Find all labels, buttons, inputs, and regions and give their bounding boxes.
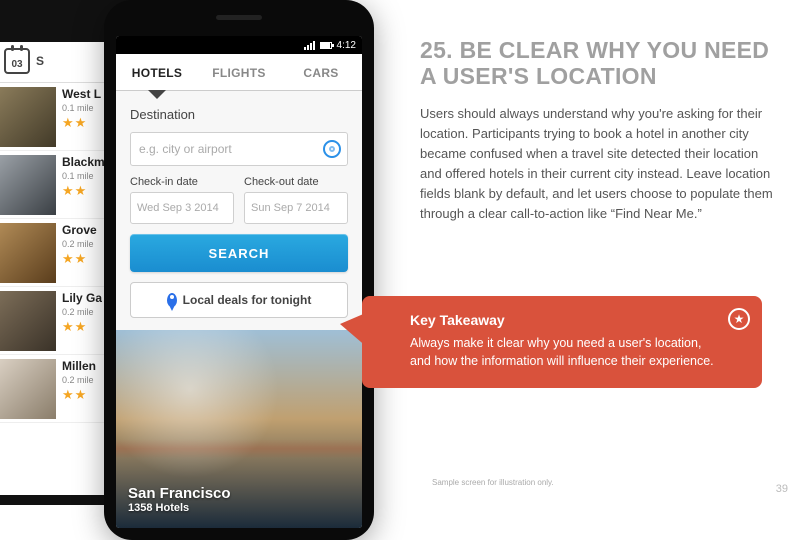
battery-icon — [320, 42, 332, 49]
hotel-distance: 0.1 mile — [62, 171, 105, 181]
foreground-phone: 4:12 HOTELS FLIGHTS CARS Destination e.g… — [104, 0, 374, 540]
hotel-name: Millen — [62, 359, 96, 373]
hotel-thumbnail — [0, 155, 56, 215]
tab-bar: HOTELS FLIGHTS CARS — [116, 54, 362, 91]
callout-body: Always make it clear why you need a user… — [410, 334, 718, 370]
star-rating: ★★ — [62, 183, 105, 199]
back-phone-tab-fragment: S — [36, 54, 45, 68]
hotel-distance: 0.1 mile — [62, 103, 101, 113]
hotel-name: Grove — [62, 223, 97, 237]
key-takeaway-callout: ★ Key Takeaway Always make it clear why … — [362, 296, 762, 388]
destination-label: Destination — [130, 107, 348, 122]
star-badge-icon: ★ — [728, 308, 750, 330]
checkout-label: Check-out date — [244, 176, 348, 188]
pin-icon — [167, 293, 177, 307]
status-time: 4:12 — [337, 40, 356, 51]
article: 25. BE CLEAR WHY YOU NEED A USER'S LOCAT… — [420, 38, 776, 224]
hero-hotel-count: 1358 Hotels — [128, 502, 231, 514]
phone-earpiece — [216, 15, 262, 20]
signal-icon — [304, 41, 315, 50]
page-title: 25. BE CLEAR WHY YOU NEED A USER'S LOCAT… — [420, 38, 776, 90]
hotel-thumbnail — [0, 223, 56, 283]
hotel-name: Lily Ga — [62, 291, 102, 305]
hotel-thumbnail — [0, 291, 56, 351]
hotel-thumbnail — [0, 359, 56, 419]
callout-title: Key Takeaway — [410, 312, 718, 328]
hotel-thumbnail — [0, 87, 56, 147]
android-status-bar: 4:12 — [116, 36, 362, 54]
hero-city: San Francisco — [128, 485, 231, 502]
tab-hotels[interactable]: HOTELS — [116, 54, 198, 90]
local-deals-button[interactable]: Local deals for tonight — [130, 282, 348, 318]
destination-input[interactable]: e.g. city or airport — [130, 132, 348, 166]
tab-flights[interactable]: FLIGHTS — [198, 54, 280, 90]
hotel-distance: 0.2 mile — [62, 307, 102, 317]
hotel-name: Blackm — [62, 155, 105, 169]
hotel-name: West L — [62, 87, 101, 101]
article-body: Users should always understand why you'r… — [420, 104, 776, 225]
page-number: 39 — [776, 483, 788, 495]
search-form: Destination e.g. city or airport Check-i… — [116, 91, 362, 330]
star-rating: ★★ — [62, 319, 102, 335]
hero-banner[interactable]: San Francisco 1358 Hotels — [116, 330, 362, 528]
hotel-distance: 0.2 mile — [62, 375, 96, 385]
checkin-input[interactable]: Wed Sep 3 2014 — [130, 192, 234, 224]
hotel-distance: 0.2 mile — [62, 239, 97, 249]
checkout-input[interactable]: Sun Sep 7 2014 — [244, 192, 348, 224]
checkin-label: Check-in date — [130, 176, 234, 188]
star-rating: ★★ — [62, 115, 101, 131]
destination-placeholder: e.g. city or airport — [139, 142, 232, 156]
calendar-icon: 03 — [4, 48, 30, 74]
local-deals-label: Local deals for tonight — [183, 293, 312, 307]
star-rating: ★★ — [62, 251, 97, 267]
star-rating: ★★ — [62, 387, 96, 403]
image-caption: Sample screen for illustration only. — [432, 478, 554, 487]
tab-cars[interactable]: CARS — [280, 54, 362, 90]
search-button[interactable]: SEARCH — [130, 234, 348, 272]
locate-icon[interactable] — [323, 140, 341, 158]
